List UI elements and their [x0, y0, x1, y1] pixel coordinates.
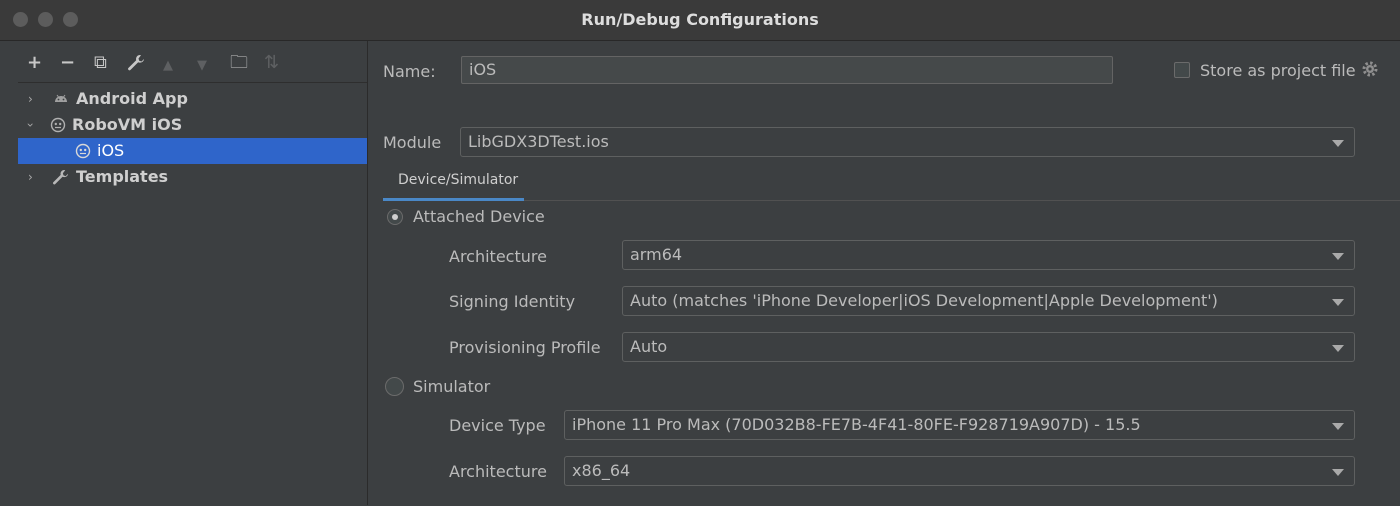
- sort-icon[interactable]: ⇅: [264, 54, 279, 72]
- chevron-down-icon: [1332, 253, 1344, 260]
- tree-item-label: iOS: [97, 141, 125, 160]
- android-icon: [53, 86, 69, 115]
- name-input[interactable]: iOS: [461, 56, 1113, 84]
- architecture-value: arm64: [630, 245, 683, 264]
- signing-identity-select[interactable]: Auto (matches 'iPhone Developer|iOS Deve…: [622, 286, 1355, 316]
- chevron-down-icon: [1332, 140, 1344, 147]
- simulator-architecture-label: Architecture: [449, 462, 547, 481]
- store-as-project-file-checkbox[interactable]: [1174, 62, 1190, 78]
- robovm-icon: [75, 138, 91, 167]
- tab-divider: [524, 200, 1400, 201]
- tree-item-templates[interactable]: › Templates: [18, 164, 367, 190]
- move-up-icon[interactable]: ▲: [163, 57, 173, 75]
- tree-item-label: Android App: [76, 89, 188, 108]
- title-bar: Run/Debug Configurations: [0, 0, 1400, 41]
- tree-item-robovm-ios[interactable]: › RoboVM iOS: [18, 112, 367, 138]
- chevron-right-icon[interactable]: ›: [28, 86, 33, 112]
- attached-device-radio[interactable]: [387, 209, 403, 225]
- chevron-down-icon: [1332, 469, 1344, 476]
- architecture-select[interactable]: arm64: [622, 240, 1355, 270]
- provisioning-profile-label: Provisioning Profile: [449, 338, 601, 357]
- module-value: LibGDX3DTest.ios: [468, 132, 609, 151]
- new-folder-icon[interactable]: 🗀: [230, 54, 248, 72]
- attached-device-label: Attached Device: [413, 207, 545, 226]
- configurations-pane: + − ⧉ ▲ ▼ 🗀 ⇅ › Android App › RoboVM iOS: [0, 41, 368, 506]
- tree-item-label: RoboVM iOS: [72, 115, 183, 134]
- module-label: Module: [383, 133, 442, 152]
- device-type-label: Device Type: [449, 416, 546, 435]
- chevron-right-icon[interactable]: ›: [28, 164, 33, 190]
- tab-device-simulator[interactable]: Device/Simulator: [398, 172, 518, 188]
- wrench-icon: [52, 164, 69, 194]
- module-select[interactable]: LibGDX3DTest.ios: [460, 127, 1355, 157]
- chevron-down-icon: [1332, 423, 1344, 430]
- store-as-project-file-label: Store as project file: [1200, 61, 1356, 80]
- tree-item-label: Templates: [76, 167, 169, 186]
- signing-identity-value: Auto (matches 'iPhone Developer|iOS Deve…: [630, 291, 1218, 310]
- chevron-down-icon: [1332, 299, 1344, 306]
- provisioning-profile-value: Auto: [630, 337, 668, 356]
- robovm-icon: [50, 112, 66, 141]
- simulator-architecture-value: x86_64: [572, 461, 631, 480]
- device-type-select[interactable]: iPhone 11 Pro Max (70D032B8-FE7B-4F41-80…: [564, 410, 1355, 440]
- window-title: Run/Debug Configurations: [581, 10, 819, 29]
- remove-icon[interactable]: −: [60, 54, 75, 72]
- gear-icon[interactable]: [1361, 60, 1379, 82]
- chevron-down-icon[interactable]: ›: [17, 123, 43, 128]
- simulator-label: Simulator: [413, 377, 491, 396]
- tab-underline: [383, 198, 524, 201]
- provisioning-profile-select[interactable]: Auto: [622, 332, 1355, 362]
- configurations-tree: › Android App › RoboVM iOS iOS › Templat…: [18, 82, 367, 506]
- move-down-icon[interactable]: ▼: [197, 57, 207, 75]
- device-type-value: iPhone 11 Pro Max (70D032B8-FE7B-4F41-80…: [572, 415, 1141, 434]
- simulator-radio[interactable]: [385, 377, 404, 396]
- tree-item-ios[interactable]: iOS: [18, 138, 367, 164]
- architecture-label: Architecture: [449, 247, 547, 266]
- configurations-toolbar: + − ⧉ ▲ ▼ 🗀 ⇅: [0, 41, 367, 83]
- tree-item-android-app[interactable]: › Android App: [18, 86, 367, 112]
- copy-icon[interactable]: ⧉: [94, 54, 107, 72]
- signing-identity-label: Signing Identity: [449, 292, 576, 311]
- wrench-icon[interactable]: [127, 54, 145, 76]
- name-label: Name:: [383, 62, 436, 81]
- configuration-editor: Name: iOS Store as project file Module L…: [368, 41, 1400, 505]
- chevron-down-icon: [1332, 345, 1344, 352]
- add-icon[interactable]: +: [27, 54, 42, 72]
- simulator-architecture-select[interactable]: x86_64: [564, 456, 1355, 486]
